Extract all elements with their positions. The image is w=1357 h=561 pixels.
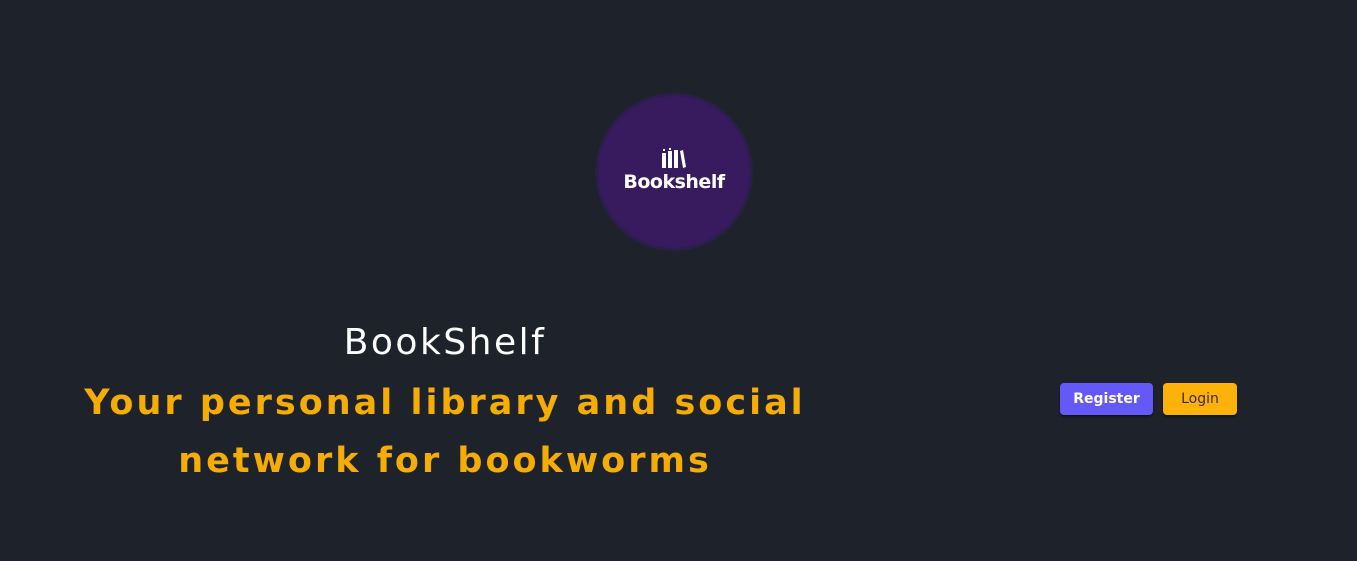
landing-page: Bookshelf BookShelf Your personal librar… [0,0,1357,561]
auth-actions: Register Login [1060,383,1237,415]
tagline-line-2: network for bookworms [178,441,712,481]
tagline: Your personal library and social network… [80,374,810,490]
books-icon [662,148,686,168]
register-button[interactable]: Register [1060,383,1153,415]
bookshelf-logo: Bookshelf [598,96,750,248]
logo-text: Bookshelf [623,171,725,193]
tagline-line-1: Your personal library and social [84,383,806,423]
login-button[interactable]: Login [1163,383,1237,415]
hero-section: BookShelf Your personal library and soci… [80,318,810,490]
app-title: BookShelf [343,322,547,363]
